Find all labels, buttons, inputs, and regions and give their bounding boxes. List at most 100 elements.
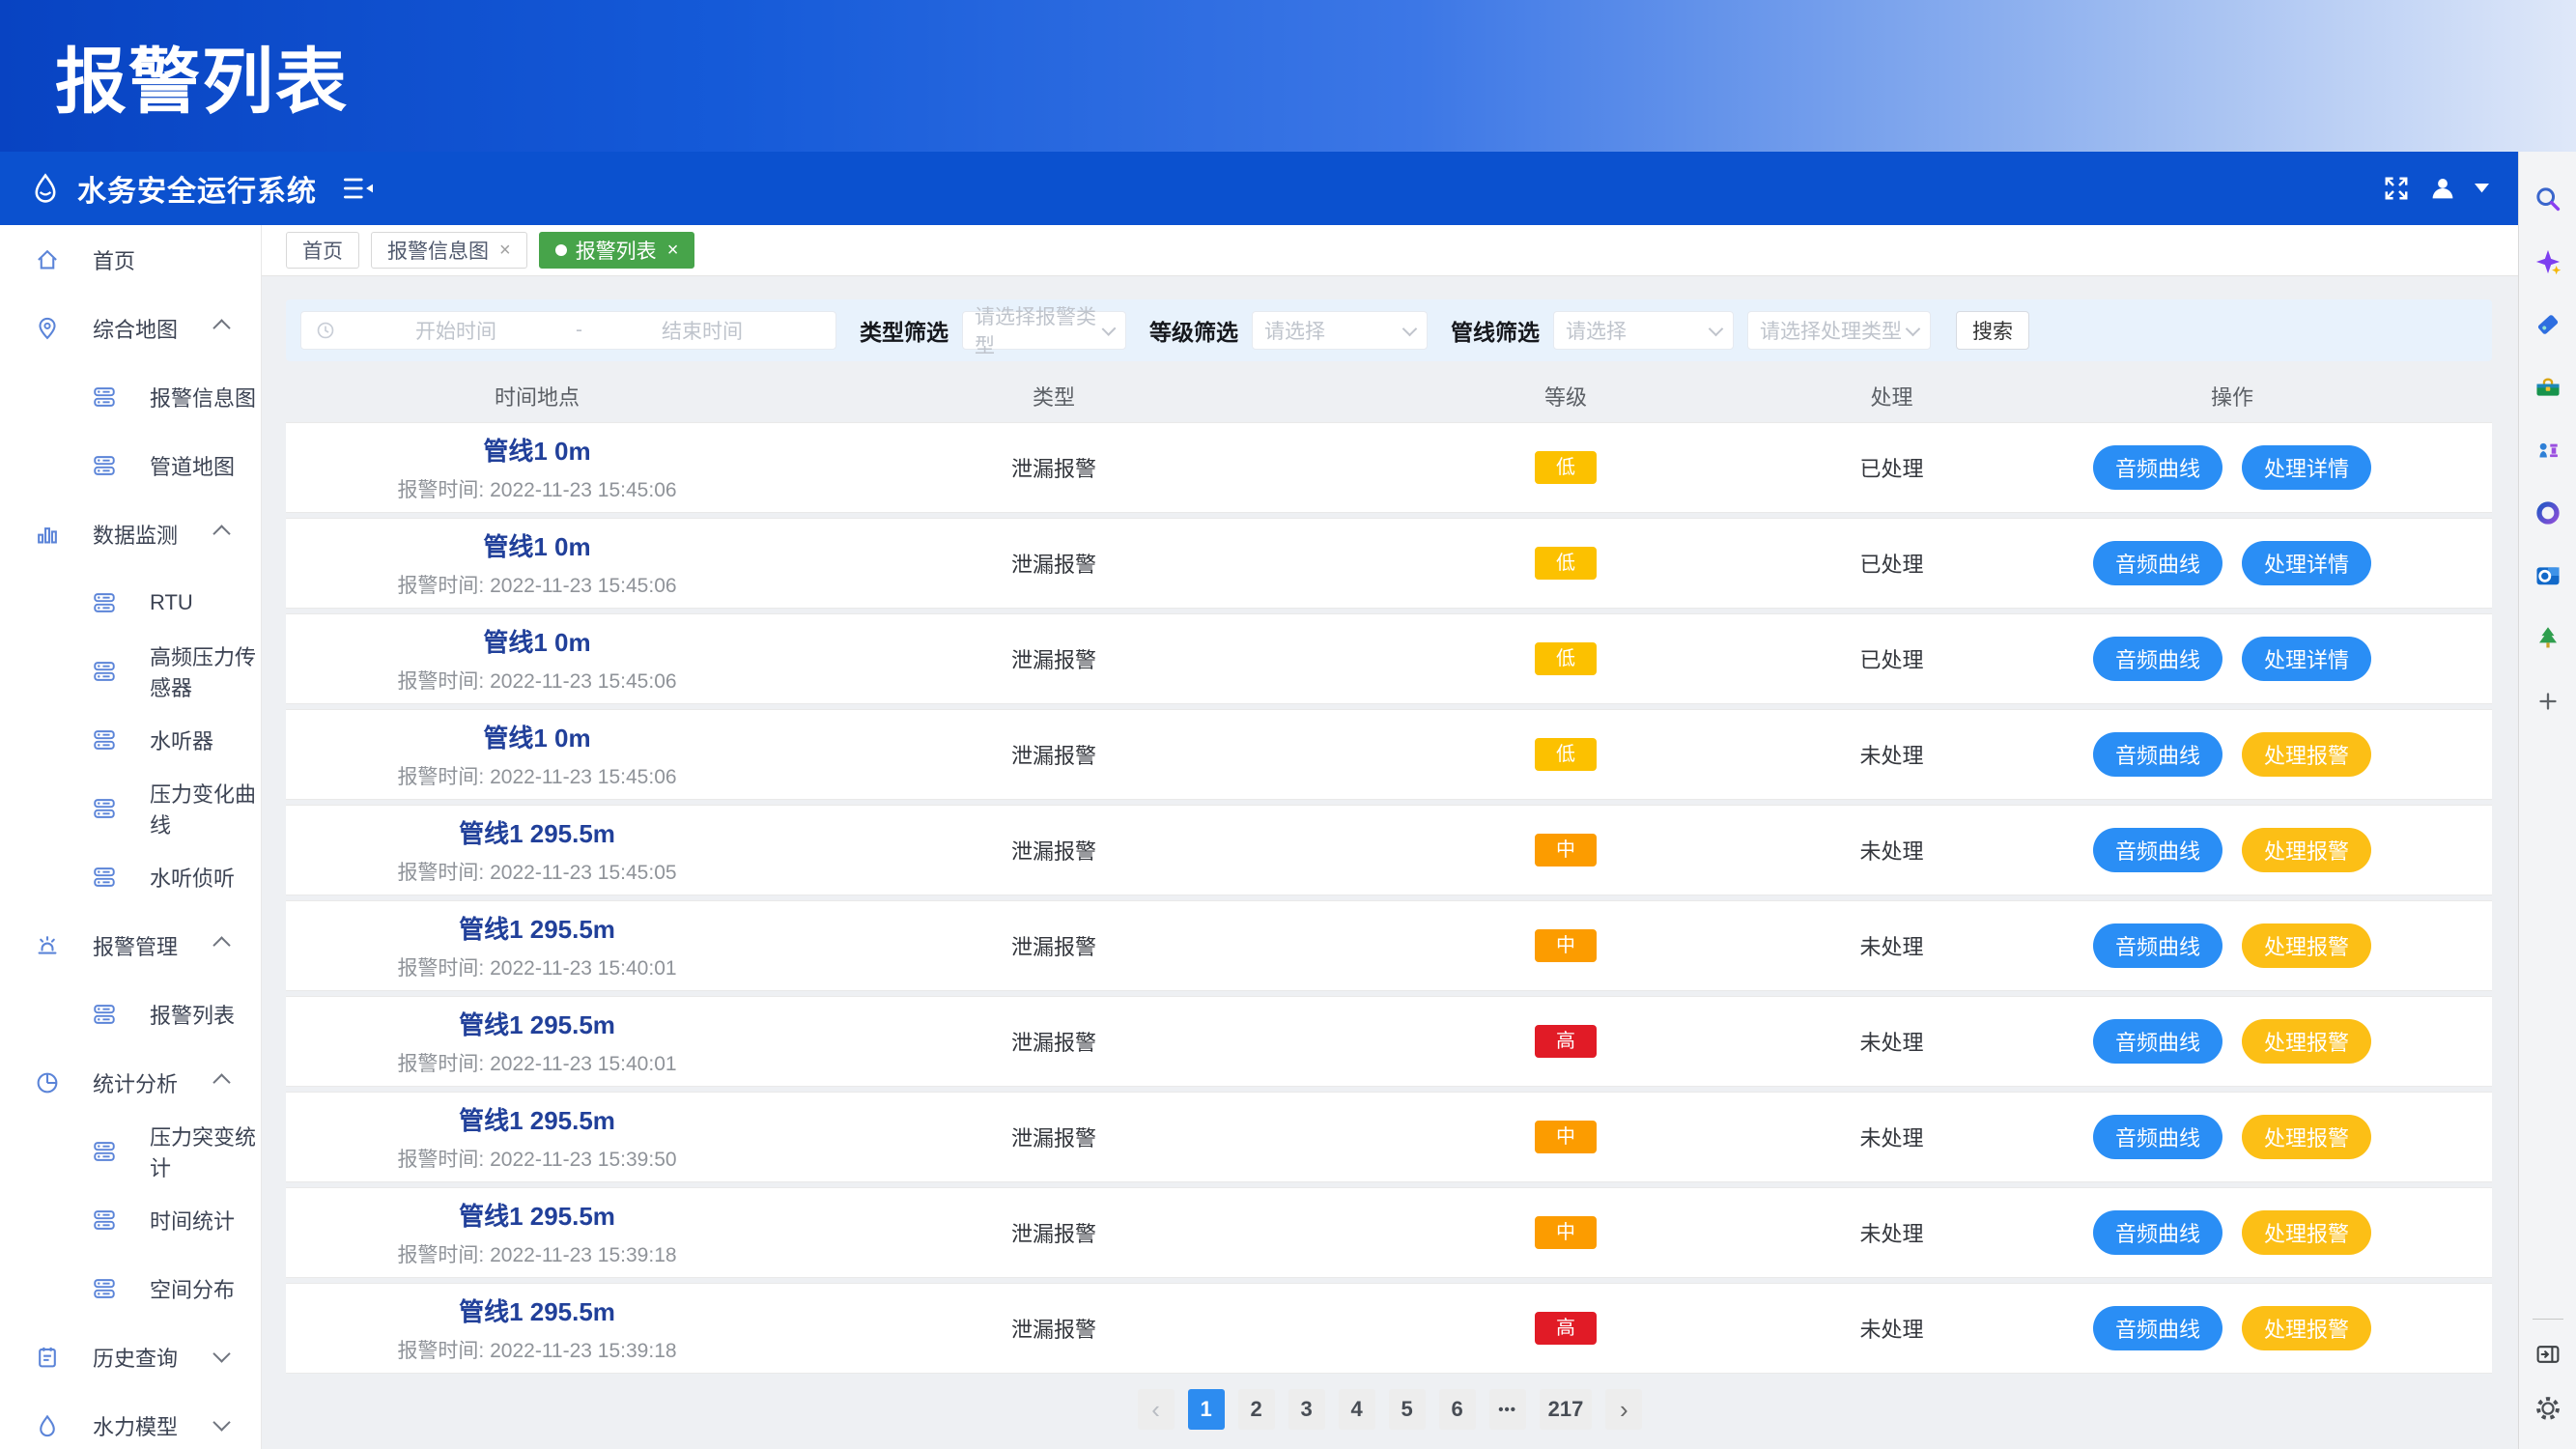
sidebar-item[interactable]: RTU — [0, 568, 261, 637]
user-avatar-icon[interactable] — [2430, 176, 2455, 201]
handle-alarm-button[interactable]: 处理报警 — [2242, 1210, 2371, 1255]
browser-sidebar-item[interactable] — [2519, 669, 2576, 732]
handle-alarm-button[interactable]: 处理报警 — [2242, 1115, 2371, 1159]
sidebar: 首页 综合地图 报警信息图 管道地图 — [0, 225, 262, 1449]
table-row: 管线1 295.5m 报警时间: 2022-11-23 15:39:18 泄漏报… — [286, 1284, 2492, 1373]
audio-curve-button[interactable]: 音频曲线 — [2093, 541, 2222, 585]
header-actions: 操作 — [1971, 381, 2493, 412]
sidebar-item[interactable]: 统计分析 — [0, 1048, 261, 1117]
handle-alarm-button[interactable]: 处理详情 — [2242, 637, 2371, 681]
tab-close-icon[interactable]: × — [667, 240, 679, 262]
sidebar-item[interactable]: 首页 — [0, 225, 261, 294]
sidebar-item[interactable]: 管道地图 — [0, 431, 261, 499]
browser-sidebar-item[interactable] — [2519, 418, 2576, 481]
sidebar-item[interactable]: 历史查询 — [0, 1322, 261, 1391]
audio-curve-button[interactable]: 音频曲线 — [2093, 1210, 2222, 1255]
page-button[interactable]: 3 — [1288, 1389, 1325, 1430]
audio-curve-button[interactable]: 音频曲线 — [2093, 445, 2222, 490]
audio-curve-button[interactable]: 音频曲线 — [2093, 1115, 2222, 1159]
server-icon — [92, 384, 117, 410]
level-select[interactable]: 请选择 — [1252, 311, 1428, 350]
audio-curve-button[interactable]: 音频曲线 — [2093, 732, 2222, 777]
browser-sidebar-item[interactable] — [2519, 607, 2576, 669]
cell-time-location: 管线1 0m 报警时间: 2022-11-23 15:45:06 — [286, 719, 788, 790]
audio-curve-button[interactable]: 音频曲线 — [2093, 1019, 2222, 1064]
browser-sidebar-item[interactable] — [2519, 481, 2576, 544]
table-row: 管线1 0m 报警时间: 2022-11-23 15:45:06 泄漏报警 低 … — [286, 423, 2492, 512]
browser-sidebar-item[interactable] — [2519, 355, 2576, 418]
handle-alarm-button[interactable]: 处理报警 — [2242, 828, 2371, 872]
search-button[interactable]: 搜索 — [1956, 311, 2029, 350]
sidebar-item-label: 历史查询 — [93, 1342, 178, 1373]
audio-curve-button[interactable]: 音频曲线 — [2093, 637, 2222, 681]
handle-alarm-button[interactable]: 处理报警 — [2242, 1306, 2371, 1350]
status-text: 已处理 — [1859, 643, 1923, 674]
menu-fold-icon[interactable] — [344, 177, 373, 200]
browser-sidebar-item[interactable] — [2519, 293, 2576, 355]
browser-sidebar-item[interactable] — [2519, 1381, 2576, 1435]
audio-curve-button[interactable]: 音频曲线 — [2093, 923, 2222, 968]
table-row: 管线1 0m 报警时间: 2022-11-23 15:45:06 泄漏报警 低 … — [286, 614, 2492, 703]
browser-sidebar-item[interactable] — [2519, 167, 2576, 230]
tab[interactable]: 报警信息图 × — [371, 232, 527, 269]
sidebar-item[interactable]: 水听侦听 — [0, 842, 261, 911]
sidebar-item-label: 水听侦听 — [150, 862, 235, 893]
pipeline-filter-label: 管线筛选 — [1451, 314, 1540, 347]
cell-level: 低 — [1319, 547, 1812, 580]
tab[interactable]: 报警列表 × — [539, 232, 695, 269]
chevron-down-icon — [1906, 321, 1921, 336]
sidebar-item[interactable]: 水听器 — [0, 705, 261, 774]
pipeline-location: 管线1 0m — [483, 623, 590, 659]
sidebar-item[interactable]: 水力模型 — [0, 1391, 261, 1449]
handle-alarm-button[interactable]: 处理详情 — [2242, 541, 2371, 585]
tab[interactable]: 首页 — [286, 232, 359, 269]
fullscreen-icon[interactable] — [2382, 174, 2411, 203]
page-button[interactable]: 4 — [1339, 1389, 1375, 1430]
handle-alarm-button[interactable]: 处理报警 — [2242, 923, 2371, 968]
alarm-type: 泄漏报警 — [1011, 739, 1096, 770]
audio-curve-button[interactable]: 音频曲线 — [2093, 1306, 2222, 1350]
date-range-input[interactable]: 开始时间 - 结束时间 — [300, 311, 836, 350]
browser-sidebar-item[interactable] — [2519, 1327, 2576, 1381]
alarm-type: 泄漏报警 — [1011, 548, 1096, 579]
sidebar-item[interactable]: 压力变化曲线 — [0, 774, 261, 842]
alarm-type-select[interactable]: 请选择报警类型 — [962, 311, 1126, 350]
sidebar-item[interactable]: 时间统计 — [0, 1185, 261, 1254]
sidebar-item-label: 压力变化曲线 — [150, 778, 261, 839]
pipeline-select[interactable]: 请选择 — [1553, 311, 1734, 350]
page-button[interactable]: ••• — [1489, 1389, 1526, 1430]
tab-close-icon[interactable]: × — [499, 240, 511, 262]
sidebar-item-label: RTU — [150, 590, 193, 615]
chevron-down-icon[interactable] — [2475, 184, 2489, 193]
top-navbar: 水务安全运行系统 — [0, 152, 2518, 225]
sidebar-item[interactable]: 空间分布 — [0, 1254, 261, 1322]
audio-curve-button[interactable]: 音频曲线 — [2093, 828, 2222, 872]
page-button[interactable]: 217 — [1540, 1389, 1593, 1430]
sidebar-item[interactable]: 综合地图 — [0, 294, 261, 362]
handle-alarm-button[interactable]: 处理报警 — [2242, 732, 2371, 777]
page-button[interactable]: › — [1605, 1389, 1642, 1430]
sidebar-item[interactable]: 数据监测 — [0, 499, 261, 568]
cell-time-location: 管线1 295.5m 报警时间: 2022-11-23 15:39:18 — [286, 1197, 788, 1268]
cell-status: 已处理 — [1812, 548, 1971, 579]
page-button[interactable]: 2 — [1238, 1389, 1275, 1430]
alarm-time: 报警时间: 2022-11-23 15:39:18 — [397, 1239, 676, 1268]
cell-actions: 音频曲线 处理报警 — [1971, 1019, 2493, 1064]
alarm-type: 泄漏报警 — [1011, 452, 1096, 483]
cell-level: 高 — [1319, 1025, 1812, 1058]
handle-alarm-button[interactable]: 处理详情 — [2242, 445, 2371, 490]
sidebar-item[interactable]: 压力突变统计 — [0, 1117, 261, 1185]
page-button[interactable]: 1 — [1188, 1389, 1225, 1430]
handle-alarm-button[interactable]: 处理报警 — [2242, 1019, 2371, 1064]
page-button[interactable]: 6 — [1439, 1389, 1476, 1430]
page-button[interactable]: ‹ — [1138, 1389, 1175, 1430]
handle-type-select[interactable]: 请选择处理类型 — [1747, 311, 1931, 350]
page-button[interactable]: 5 — [1389, 1389, 1426, 1430]
sidebar-item[interactable]: 报警列表 — [0, 980, 261, 1048]
sidebar-item[interactable]: 高频压力传感器 — [0, 637, 261, 705]
browser-sidebar-item[interactable] — [2519, 230, 2576, 293]
sidebar-item[interactable]: 报警信息图 — [0, 362, 261, 431]
sidebar-item[interactable]: 报警管理 — [0, 911, 261, 980]
cell-actions: 音频曲线 处理报警 — [1971, 923, 2493, 968]
browser-sidebar-item[interactable] — [2519, 544, 2576, 607]
